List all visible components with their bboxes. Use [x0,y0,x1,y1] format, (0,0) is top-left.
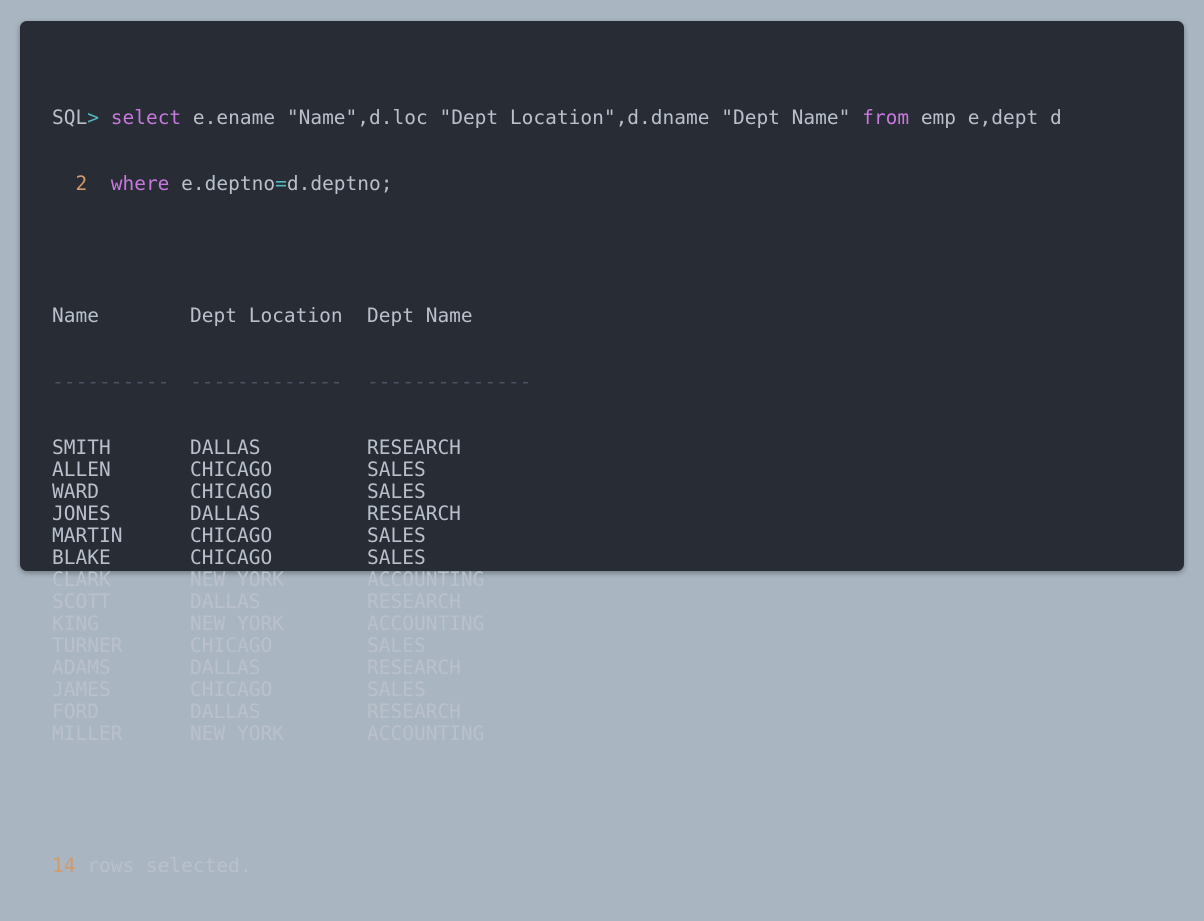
prompt-symbol: > [87,106,99,129]
keyword-from: from [862,106,910,129]
cell-name: WARD [52,480,99,503]
table-row: SMITH DALLAS RESEARCH [52,437,1062,459]
table-row: KING NEW YORK ACCOUNTING [52,613,1062,635]
cell-name: JONES [52,502,111,525]
underline-dept-name: -------------- [367,370,532,393]
header-dept-name: Dept Name [367,304,473,327]
continuation-line-number: 2 [75,172,88,195]
result-header-underline: ---------- ------------- -------------- [52,371,1062,393]
header-dept-location: Dept Location [190,304,343,327]
table-row: ALLEN CHICAGO SALES [52,459,1062,481]
cell-dept-location: CHICAGO [190,678,273,701]
table-row: JONES DALLAS RESEARCH [52,503,1062,525]
cell-name: SCOTT [52,590,111,613]
cell-dept-location: DALLAS [190,590,261,613]
table-row: FORD DALLAS RESEARCH [52,701,1062,723]
cell-name: TURNER [52,634,123,657]
cell-dept-location: DALLAS [190,502,261,525]
cell-dept-location: CHICAGO [190,458,273,481]
cell-dept-location: CHICAGO [190,634,273,657]
keyword-select: select [110,106,182,129]
cell-dept-name: ACCOUNTING [367,568,485,591]
cell-name: KING [52,612,99,635]
table-row: SCOTT DALLAS RESEARCH [52,591,1062,613]
result-rows: SMITH DALLAS RESEARCH ALLEN CHICAGO SALES WARD… [52,437,1062,745]
header-name: Name [52,304,99,327]
cell-name: ADAMS [52,656,111,679]
cell-name: SMITH [52,436,111,459]
sql-command-line-2: 2 where e.deptno=d.deptno; [52,173,1062,195]
cell-dept-location: NEW YORK [190,568,284,591]
cell-dept-name: SALES [367,524,426,547]
cell-name: MILLER [52,722,123,745]
cell-dept-name: SALES [367,480,426,503]
table-row: BLAKE CHICAGO SALES [52,547,1062,569]
where-right-operand: d.deptno; [286,172,393,195]
table-row: JAMES CHICAGO SALES [52,679,1062,701]
equals-operator: = [275,172,287,195]
from-tables: emp e,dept d [909,106,1062,129]
cell-dept-location: DALLAS [190,656,261,679]
table-row: WARD CHICAGO SALES [52,481,1062,503]
cell-dept-name: SALES [367,458,426,481]
cell-dept-name: RESEARCH [367,656,461,679]
row-count-line: 14 rows selected. [52,855,1062,877]
cell-dept-name: RESEARCH [367,502,461,525]
table-row: TURNER CHICAGO SALES [52,635,1062,657]
cell-name: BLAKE [52,546,111,569]
cell-dept-name: SALES [367,678,426,701]
sql-command-line-1: SQL> select e.ename "Name",d.loc "Dept L… [52,107,1062,129]
table-row: ADAMS DALLAS RESEARCH [52,657,1062,679]
cell-dept-location: DALLAS [190,700,261,723]
cell-name: ALLEN [52,458,111,481]
table-row: MILLER NEW YORK ACCOUNTING [52,723,1062,745]
cell-dept-name: SALES [367,634,426,657]
terminal-window[interactable]: SQL> select e.ename "Name",d.loc "Dept L… [20,21,1184,877]
cell-dept-name: ACCOUNTING [367,722,485,745]
cell-dept-name: RESEARCH [367,700,461,723]
row-count: 14 [52,854,76,877]
table-row: CLARK NEW YORK ACCOUNTING [52,569,1062,591]
terminal-output: SQL> select e.ename "Name",d.loc "Dept L… [52,63,1062,921]
cell-dept-name: RESEARCH [367,436,461,459]
keyword-where: where [110,172,170,195]
cell-name: CLARK [52,568,111,591]
cell-name: MARTIN [52,524,123,547]
result-header-row: Name Dept Location Dept Name [52,305,1062,327]
cell-dept-location: NEW YORK [190,612,284,635]
cell-dept-location: CHICAGO [190,546,273,569]
cell-name: JAMES [52,678,111,701]
cell-dept-location: NEW YORK [190,722,284,745]
sql-prompt: SQL [52,106,88,129]
cell-dept-name: RESEARCH [367,590,461,613]
select-columns: e.ename "Name",d.loc "Dept Location",d.d… [181,106,863,129]
cell-dept-name: ACCOUNTING [367,612,485,635]
underline-name: ---------- [52,370,170,393]
where-left-operand: e.deptno [181,172,276,195]
row-count-suffix: rows selected. [75,854,252,877]
table-row: MARTIN CHICAGO SALES [52,525,1062,547]
underline-dept-location: ------------- [190,370,343,393]
cell-dept-location: CHICAGO [190,480,273,503]
cell-name: FORD [52,700,99,723]
cell-dept-location: DALLAS [190,436,261,459]
cell-dept-name: SALES [367,546,426,569]
cell-dept-location: CHICAGO [190,524,273,547]
